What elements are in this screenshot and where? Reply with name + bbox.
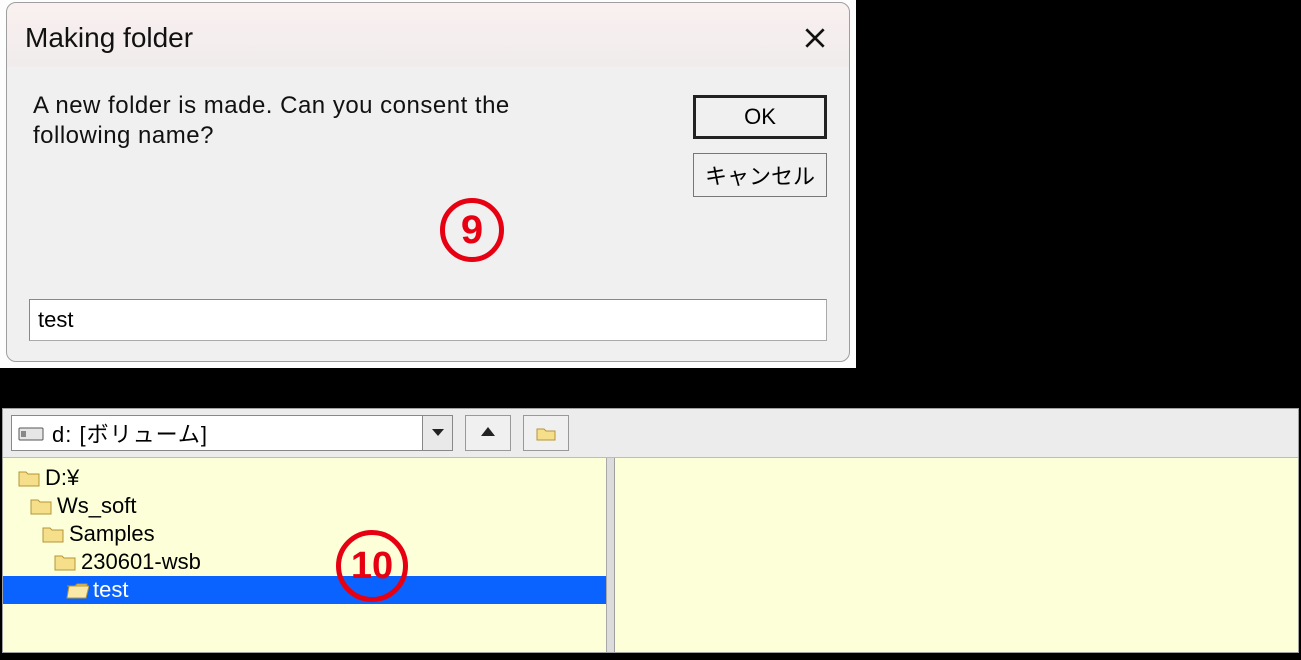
dialog-title: Making folder xyxy=(25,22,193,54)
drive-label: d: [ボリューム] xyxy=(50,417,422,449)
cancel-button[interactable]: キャンセル xyxy=(693,153,827,197)
tree-item[interactable]: test xyxy=(3,576,614,604)
tree-item[interactable]: Samples xyxy=(3,520,614,548)
tree-item-label: Ws_soft xyxy=(57,493,136,519)
folder-tree[interactable]: D:¥Ws_softSamples230601-wsbtest xyxy=(3,458,615,652)
folder-open-icon xyxy=(65,580,89,600)
folder-icon xyxy=(53,552,77,572)
making-folder-dialog: Making folder A new folder is made. Can … xyxy=(6,2,850,362)
folder-icon xyxy=(29,496,53,516)
tree-item-label: D:¥ xyxy=(45,465,79,491)
ok-button[interactable]: OK xyxy=(693,95,827,139)
up-folder-button[interactable] xyxy=(465,415,511,451)
toolbar: d: [ボリューム] xyxy=(3,409,1298,458)
tree-item-label: Samples xyxy=(69,521,155,547)
tree-item[interactable]: Ws_soft xyxy=(3,492,614,520)
drive-selector[interactable]: d: [ボリューム] xyxy=(11,415,453,451)
tree-item[interactable]: D:¥ xyxy=(3,464,614,492)
tree-item[interactable]: 230601-wsb xyxy=(3,548,614,576)
file-list[interactable] xyxy=(615,458,1298,652)
drive-dropdown-button[interactable] xyxy=(422,416,452,450)
folder-icon xyxy=(41,524,65,544)
close-icon[interactable] xyxy=(795,18,835,58)
tree-item-label: test xyxy=(93,577,128,603)
file-manager-panel: d: [ボリューム] D:¥Ws_softSamples230601-wsbte… xyxy=(2,408,1299,653)
drive-icon xyxy=(18,423,44,443)
dialog-message: A new folder is made. Can you consent th… xyxy=(33,91,593,151)
folder-name-input[interactable] xyxy=(29,299,827,341)
tree-item-label: 230601-wsb xyxy=(81,549,201,575)
new-folder-button[interactable] xyxy=(523,415,569,451)
folder-icon xyxy=(17,468,41,488)
